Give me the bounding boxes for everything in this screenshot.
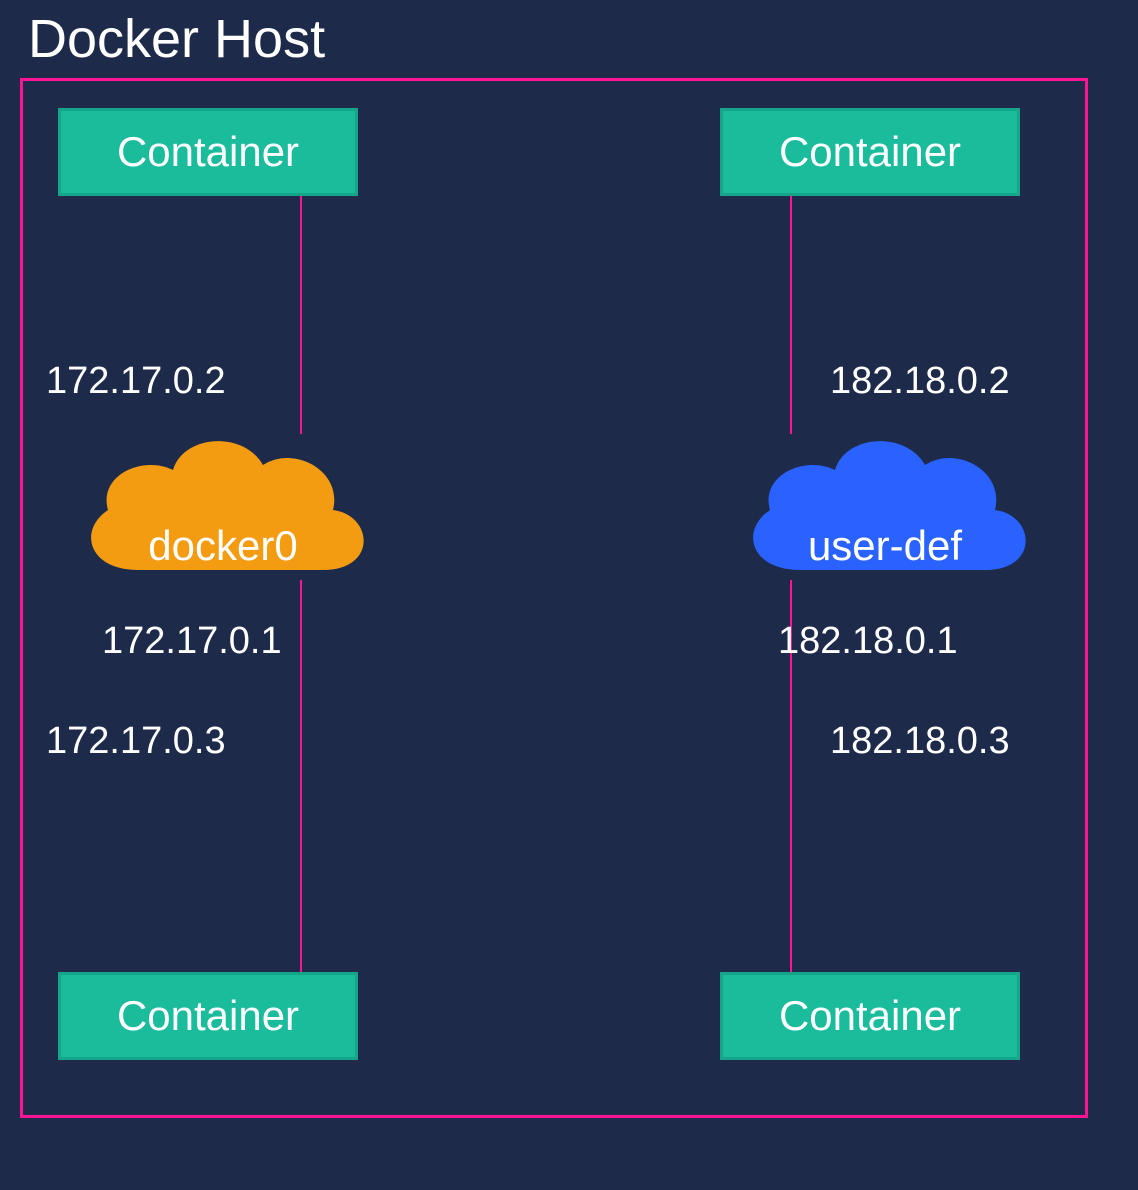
ip-address-label: 182.18.0.2 <box>830 360 1010 403</box>
container-box-top-left: Container <box>58 108 358 196</box>
ip-gateway-label: 182.18.0.1 <box>778 620 958 663</box>
network-name-label: docker0 <box>58 522 388 570</box>
ip-address-label: 182.18.0.3 <box>830 720 1010 763</box>
cloud-icon <box>58 420 388 610</box>
connector-line <box>790 196 792 434</box>
ip-address-label: 172.17.0.3 <box>46 720 226 763</box>
network-cloud-docker0: docker0 <box>58 420 388 610</box>
container-box-top-right: Container <box>720 108 1020 196</box>
container-box-bottom-right: Container <box>720 972 1020 1060</box>
page-title: Docker Host <box>28 8 325 70</box>
connector-line <box>300 196 302 434</box>
container-box-bottom-left: Container <box>58 972 358 1060</box>
ip-address-label: 172.17.0.2 <box>46 360 226 403</box>
network-cloud-user-def: user-def <box>720 420 1050 610</box>
cloud-icon <box>720 420 1050 610</box>
ip-gateway-label: 172.17.0.1 <box>102 620 282 663</box>
connector-line <box>300 580 302 972</box>
network-name-label: user-def <box>720 522 1050 570</box>
